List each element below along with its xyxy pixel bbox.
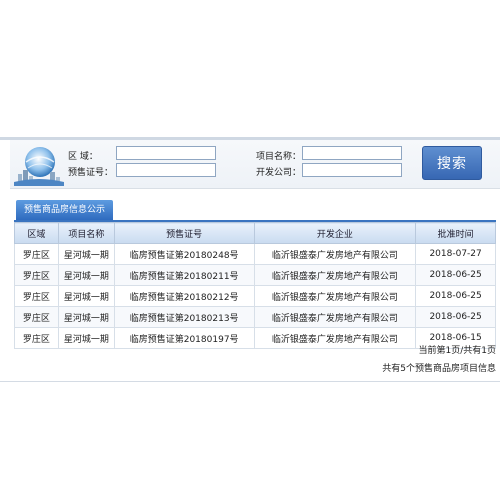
header-permit-number: 预售证号 [113,222,255,244]
table-row[interactable]: 罗庄区 星河城一期 临房预售证第20180212号 临沂银盛泰广发房地产有限公司… [14,285,496,307]
table-header-row: 区域 项目名称 预售证号 开发企业 批准时间 [14,222,496,244]
cell-permit-number: 临房预售证第20180248号 [113,243,255,265]
cell-developer: 临沂银盛泰广发房地产有限公司 [253,306,417,328]
project-name-input[interactable] [302,146,402,160]
cell-approval-date: 2018-06-25 [415,264,496,286]
table-row[interactable]: 罗庄区 星河城一期 临房预售证第20180248号 临沂银盛泰广发房地产有限公司… [14,243,496,265]
pagination-text: 当前第1页/共有1页 [418,346,497,356]
cell-permit-number: 临房预售证第20180211号 [113,264,255,286]
cell-region: 罗庄区 [14,285,59,307]
table-row[interactable]: 罗庄区 星河城一期 临房预售证第20180211号 临沂银盛泰广发房地产有限公司… [14,264,496,286]
cell-approval-date: 2018-07-27 [415,243,496,265]
region-label: 区 域： [68,152,98,162]
presale-table: 区域 项目名称 预售证号 开发企业 批准时间 罗庄区 星河城一期 临房预售证第2… [14,222,496,349]
header-project-name: 项目名称 [57,222,115,244]
cell-developer: 临沂银盛泰广发房地产有限公司 [253,327,417,349]
cell-region: 罗庄区 [14,327,59,349]
cell-developer: 临沂银盛泰广发房地产有限公司 [253,243,417,265]
table-row[interactable]: 罗庄区 星河城一期 临房预售证第20180213号 临沂银盛泰广发房地产有限公司… [14,306,496,328]
permit-label: 预售证号： [68,168,114,178]
cell-project-name: 星河城一期 [57,264,115,286]
cell-approval-date: 2018-06-25 [415,306,496,328]
project-name-label: 项目名称： [256,152,302,162]
tab-presale-info[interactable]: 预售商品房信息公示 [16,200,114,220]
cell-region: 罗庄区 [14,264,59,286]
cell-permit-number: 临房预售证第20180197号 [113,327,255,349]
cell-region: 罗庄区 [14,306,59,328]
globe-logo-icon [14,147,64,186]
developer-input[interactable] [302,163,402,177]
bottom-divider [0,381,500,382]
cell-project-name: 星河城一期 [57,306,115,328]
cell-approval-date: 2018-06-25 [415,285,496,307]
cell-permit-number: 临房预售证第20180212号 [113,285,255,307]
cell-region: 罗庄区 [14,243,59,265]
developer-label: 开发公司： [256,168,302,178]
cell-project-name: 星河城一期 [57,243,115,265]
cell-project-name: 星河城一期 [57,327,115,349]
header-developer: 开发企业 [253,222,417,244]
cell-developer: 临沂银盛泰广发房地产有限公司 [253,264,417,286]
header-region: 区域 [14,222,59,244]
cell-permit-number: 临房预售证第20180213号 [113,306,255,328]
search-button[interactable]: 搜索 [422,146,482,180]
presale-info-section: 预售商品房信息公示 区域 项目名称 预售证号 开发企业 批准时间 罗庄区 星河城… [14,198,496,378]
header-approval-date: 批准时间 [415,222,496,244]
permit-input[interactable] [116,163,216,177]
search-panel: 区 域： 预售证号： 项目名称： 开发公司： 搜索 [10,140,500,189]
tab-bar: 预售商品房信息公示 [14,198,496,222]
cell-project-name: 星河城一期 [57,285,115,307]
result-summary: 共有5个预售商品房项目信息 [382,364,496,374]
cell-developer: 临沂银盛泰广发房地产有限公司 [253,285,417,307]
region-input[interactable] [116,146,216,160]
